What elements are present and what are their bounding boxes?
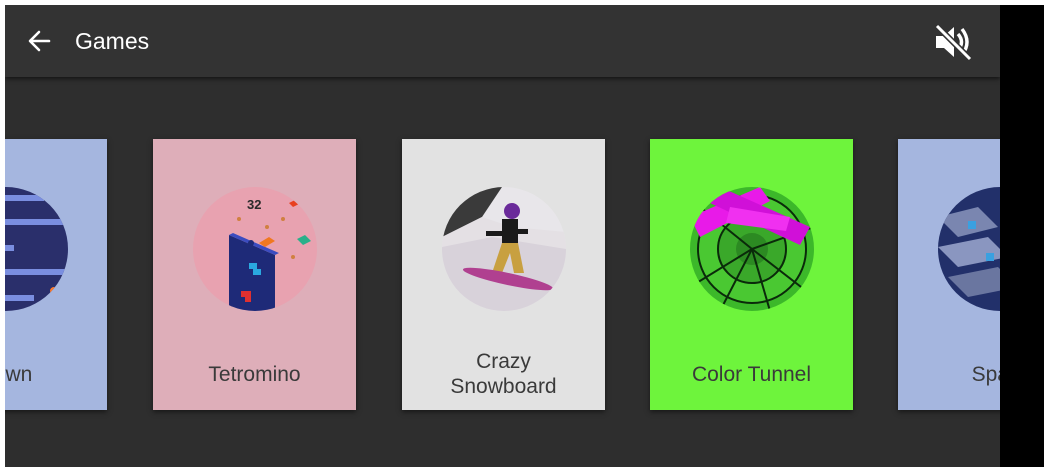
game-label-tetromino: Tetromino [208, 363, 301, 386]
app-bar: Games [5, 5, 1000, 77]
arrow-back-icon [28, 30, 51, 52]
game-thumbnail-space [938, 187, 1000, 311]
mute-button[interactable] [930, 21, 976, 63]
screen-edge-bar [1000, 5, 1044, 467]
game-card-space[interactable]: Spac [898, 139, 1000, 410]
tetromino-score-text: 32 [247, 197, 261, 212]
game-label-line2: Snowboard [450, 375, 557, 398]
game-thumbnail-tetromino: 32 [193, 187, 317, 311]
game-label-crazy-snowboard: Crazy Snowboard [402, 349, 605, 399]
game-card-color-tunnel[interactable]: Color Tunnel [650, 139, 853, 410]
game-thumbnail-color-tunnel [690, 187, 814, 311]
game-card-tetromino[interactable]: 32 Tetromino [153, 139, 356, 410]
game-card-crazy-snowboard[interactable]: Crazy Snowboard [402, 139, 605, 410]
volume-off-icon [934, 23, 973, 62]
game-thumbnail-down [5, 187, 68, 311]
game-label-down: Down [5, 363, 33, 386]
game-card-down[interactable]: Down [5, 139, 107, 410]
game-label-line1: Crazy [476, 350, 531, 373]
page-title: Games [75, 28, 150, 54]
game-label-space: Spac [971, 363, 1000, 386]
games-screen: Down 32 Tetromino [5, 5, 1000, 467]
back-button[interactable] [19, 23, 59, 59]
game-thumbnail-crazy-snowboard [442, 187, 566, 311]
game-label-color-tunnel: Color Tunnel [691, 363, 812, 386]
